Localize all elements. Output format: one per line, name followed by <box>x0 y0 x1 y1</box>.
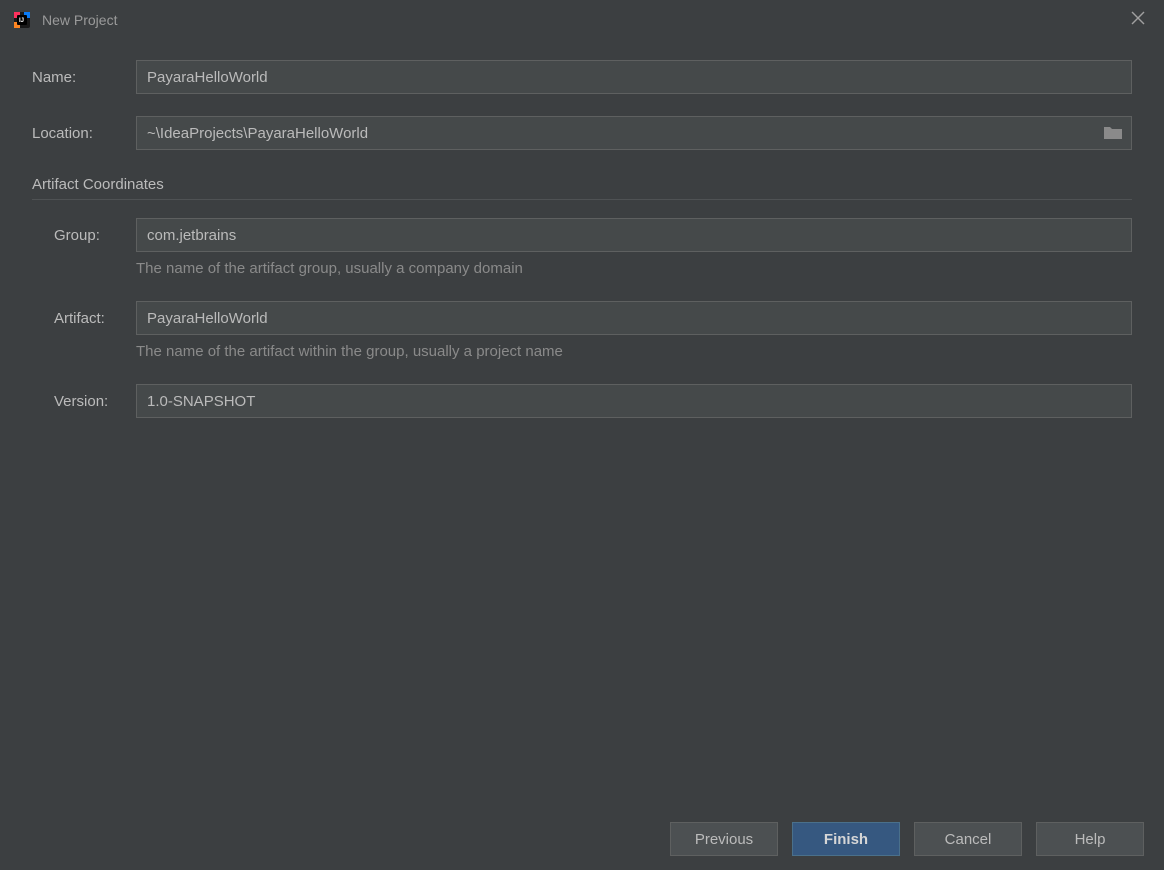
dialog-footer: Previous Finish Cancel Help <box>670 822 1144 856</box>
name-input[interactable] <box>136 60 1132 94</box>
version-input[interactable] <box>136 384 1132 418</box>
group-label: Group: <box>32 227 136 244</box>
artifact-label: Artifact: <box>32 310 136 327</box>
group-input[interactable] <box>136 218 1132 252</box>
dialog-content: Name: Location: Artifact Coordinates Gro… <box>0 40 1164 418</box>
app-icon: IJ <box>12 10 32 30</box>
folder-icon[interactable] <box>1102 124 1124 142</box>
group-hint: The name of the artifact group, usually … <box>136 260 523 277</box>
version-label: Version: <box>32 393 136 410</box>
artifact-hint: The name of the artifact within the grou… <box>136 343 563 360</box>
location-input[interactable] <box>136 116 1132 150</box>
location-label: Location: <box>32 125 136 142</box>
title-bar: IJ New Project <box>0 0 1164 40</box>
svg-text:IJ: IJ <box>19 18 24 24</box>
artifact-input[interactable] <box>136 301 1132 335</box>
name-label: Name: <box>32 69 136 86</box>
help-button[interactable]: Help <box>1036 822 1144 856</box>
finish-button[interactable]: Finish <box>792 822 900 856</box>
previous-button[interactable]: Previous <box>670 822 778 856</box>
cancel-button[interactable]: Cancel <box>914 822 1022 856</box>
close-icon[interactable] <box>1130 10 1148 28</box>
artifact-coordinates-header: Artifact Coordinates <box>32 176 1132 200</box>
window-title: New Project <box>42 12 117 28</box>
